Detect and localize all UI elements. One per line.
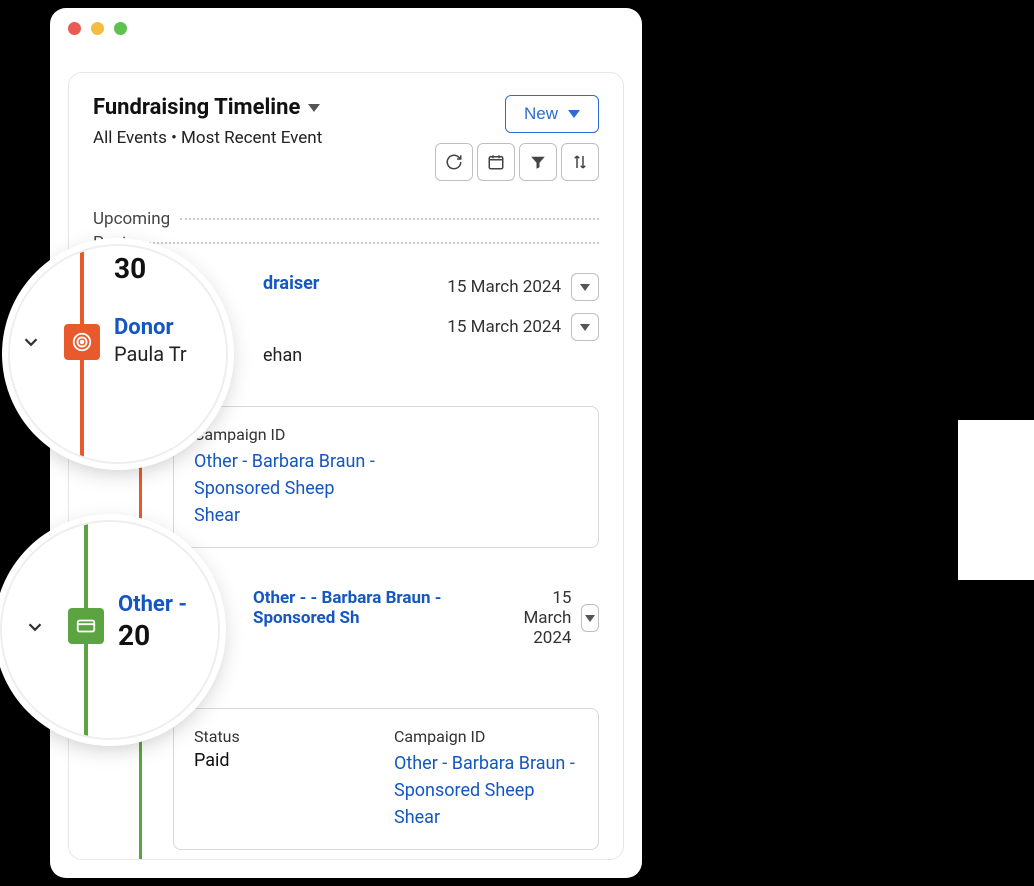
maximize-window-icon[interactable] [114,22,127,35]
timeline-item-date: 15 March 2024 [447,317,561,337]
zoom-lens-payment: Other - 20 [0,520,220,740]
timeline-card: Fundraising Timeline All Events • Most R… [68,72,624,860]
filter-button[interactable] [519,143,557,181]
lens-subtitle: Paula Tr [114,342,222,366]
chevron-down-icon[interactable] [20,331,42,353]
lens-title[interactable]: Donor [114,315,222,340]
target-icon [64,324,100,360]
field-label-status: Status [194,727,354,746]
item-menu-button[interactable] [571,273,599,301]
minimize-window-icon[interactable] [91,22,104,35]
zoom-lens-donor: 30 Donor Paula Tr [8,244,228,464]
new-dropdown-icon [568,110,580,118]
item-menu-button[interactable] [581,604,599,632]
sort-button[interactable] [561,143,599,181]
credit-card-icon [68,608,104,644]
toolbar [435,143,599,181]
lens-amount: 30 [114,252,222,285]
calendar-button[interactable] [477,143,515,181]
divider [180,218,599,220]
timeline-item-details: Status Paid Campaign ID Other - Barbara … [173,708,599,850]
divider [137,242,599,244]
item-menu-button[interactable] [571,313,599,341]
timeline-item-date: 15 March 2024 [447,277,561,297]
field-label-campaign-id: Campaign ID [394,727,578,746]
lens-amount: 20 [118,619,214,652]
timeline-item-title[interactable]: Other - - Barbara Braun - Sponsored Sh [253,588,495,628]
upcoming-label: Upcoming [93,209,170,229]
new-button[interactable]: New [505,95,599,133]
chevron-down-icon[interactable] [24,616,46,638]
refresh-button[interactable] [435,143,473,181]
page-title: Fundraising Timeline [93,95,300,120]
title-dropdown-icon[interactable] [308,104,320,112]
page-subtitle: All Events • Most Recent Event [93,128,322,148]
close-window-icon[interactable] [68,22,81,35]
titlebar [50,8,642,48]
decorative-panel [958,420,1034,580]
field-value-status: Paid [194,750,354,771]
timeline-item-details: Campaign ID Other - Barbara Braun - Spon… [173,406,599,548]
new-button-label: New [524,104,558,124]
campaign-link[interactable]: Other - Barbara Braun - Sponsored Sheep … [394,750,578,831]
timeline-item-date: 15 March 2024 [503,588,571,648]
lens-title[interactable]: Other - [118,592,214,617]
